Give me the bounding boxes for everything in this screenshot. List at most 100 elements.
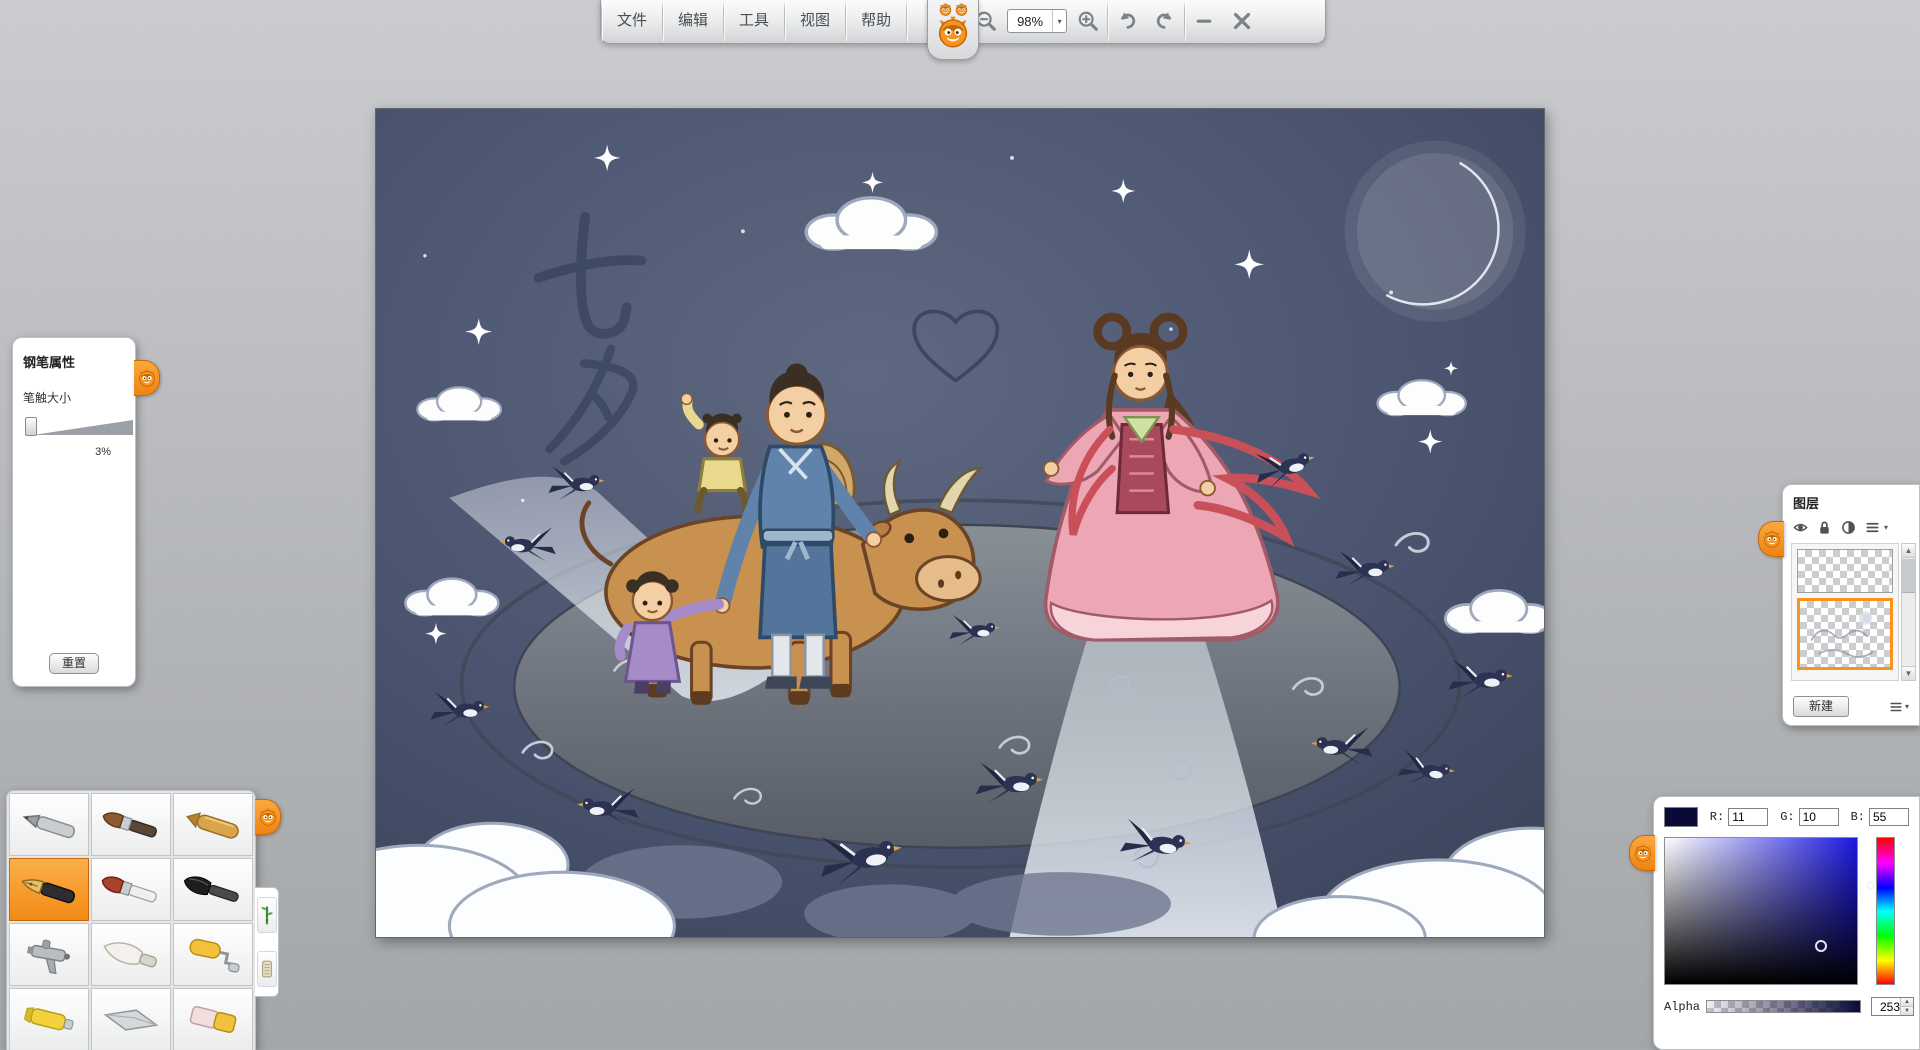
app-logo-icon	[937, 16, 969, 48]
scrollbar-thumb[interactable]	[1902, 559, 1915, 593]
red-input[interactable]	[1728, 808, 1768, 826]
alpha-slider[interactable]	[1706, 1000, 1861, 1013]
hue-slider[interactable]	[1876, 837, 1895, 985]
brush-size-label: 笔触大小	[23, 389, 125, 406]
layers-panel-tab[interactable]	[1758, 521, 1784, 557]
zoom-level-select[interactable]: 98% ▾	[1007, 9, 1067, 33]
tool-paint-roller[interactable]	[173, 923, 253, 986]
zoom-value: 98%	[1008, 14, 1052, 29]
hue-cursor[interactable]	[1866, 881, 1875, 890]
menu-edit[interactable]: 编辑	[663, 0, 723, 43]
menu-tools[interactable]: 工具	[724, 0, 784, 43]
bamboo-icon	[260, 904, 274, 926]
layer-thumbnail-sketch	[1800, 601, 1890, 667]
minimize-button[interactable]	[1185, 0, 1223, 43]
texture-tool-button[interactable]	[257, 951, 277, 987]
chevron-down-icon[interactable]: ▾	[1884, 523, 1888, 532]
layers-scrollbar[interactable]: ▲ ▼	[1901, 543, 1916, 681]
calligraphy-brush-icon	[180, 865, 246, 915]
pen-properties-panel: 钢笔属性 笔触大小 3% 重置	[12, 337, 136, 687]
blade-icon	[98, 995, 164, 1045]
brush-size-value: 3%	[23, 446, 125, 458]
canvas[interactable]	[375, 108, 1545, 938]
paint-tube-icon	[16, 995, 82, 1045]
tool-paint-tube[interactable]	[9, 988, 89, 1050]
saturation-value-picker[interactable]	[1664, 837, 1858, 985]
layer-list	[1791, 543, 1899, 681]
ink-brush-icon	[98, 800, 164, 850]
paint-roller-icon	[180, 930, 246, 980]
alpha-input[interactable]	[1872, 1000, 1900, 1014]
chevron-down-icon[interactable]: ▾	[1052, 10, 1066, 32]
bamboo-pen-icon	[180, 800, 246, 850]
green-input[interactable]	[1799, 808, 1839, 826]
list-icon	[1889, 700, 1903, 714]
fountain-pen-icon	[16, 865, 82, 915]
new-layer-button[interactable]: 新建	[1793, 696, 1849, 717]
layer-menu-icon[interactable]	[1865, 520, 1880, 535]
green-label: G:	[1780, 810, 1794, 824]
bamboo-tool-button[interactable]	[257, 897, 277, 933]
layers-panel: 图层 ▾ ▲ ▼ 新建 ▾	[1782, 484, 1920, 726]
layer-item[interactable]	[1797, 549, 1893, 593]
logo-mini-icon	[939, 3, 952, 16]
tool-bamboo-pen[interactable]	[173, 793, 253, 856]
brush-size-slider[interactable]	[23, 416, 125, 438]
menu-file[interactable]: 文件	[602, 0, 662, 43]
tool-ink-brush[interactable]	[91, 793, 171, 856]
redo-button[interactable]	[1146, 0, 1184, 43]
app-logo-icon	[138, 369, 156, 387]
top-toolbar: 文件 编辑 工具 视图 帮助 98% ▾	[600, 0, 1326, 44]
logo-mini-icon	[955, 3, 968, 16]
menu-help[interactable]: 帮助	[846, 0, 906, 43]
alpha-label: Alpha	[1664, 1000, 1706, 1014]
alpha-value-stepper[interactable]: ▲ ▼	[1871, 997, 1914, 1016]
tool-blade[interactable]	[91, 988, 171, 1050]
layer-blend-icon[interactable]	[1841, 520, 1856, 535]
scroll-icon	[260, 958, 274, 980]
reset-button[interactable]: 重置	[49, 653, 99, 674]
canvas-artwork[interactable]	[376, 109, 1544, 937]
scroll-up-icon[interactable]: ▲	[1902, 544, 1915, 558]
tool-extras-strip	[255, 887, 279, 997]
layer-visibility-icon[interactable]	[1793, 520, 1808, 535]
layer-lock-icon[interactable]	[1817, 520, 1832, 535]
slider-track[interactable]	[33, 420, 133, 435]
layers-panel-title: 图层	[1793, 493, 1913, 512]
tool-calligraphy-brush[interactable]	[173, 858, 253, 921]
blue-label: B:	[1851, 810, 1865, 824]
color-panel-tab[interactable]	[1629, 835, 1655, 871]
app-logo-icon	[259, 808, 277, 826]
alpha-gradient	[1707, 1001, 1860, 1012]
pen-panel-title: 钢笔属性	[23, 352, 125, 371]
zoom-in-button[interactable]	[1069, 0, 1107, 43]
pen-panel-tab[interactable]	[134, 360, 160, 396]
app-logo-icon	[1634, 844, 1652, 862]
tool-fountain-pen[interactable]	[9, 858, 89, 921]
tool-eraser[interactable]	[173, 988, 253, 1050]
alpha-up-icon[interactable]: ▲	[1901, 998, 1913, 1007]
app-logo-tab[interactable]	[927, 0, 979, 60]
close-button[interactable]	[1223, 0, 1261, 43]
chevron-down-icon: ▾	[1905, 702, 1909, 711]
tool-palette-knife[interactable]	[91, 923, 171, 986]
airbrush-icon	[16, 930, 82, 980]
tool-oil-brush[interactable]	[91, 858, 171, 921]
eraser-icon	[180, 995, 246, 1045]
blue-input[interactable]	[1869, 808, 1909, 826]
layer-item-selected[interactable]	[1797, 598, 1893, 670]
alpha-down-icon[interactable]: ▼	[1901, 1007, 1913, 1015]
slider-handle[interactable]	[25, 417, 37, 436]
color-cursor[interactable]	[1815, 940, 1827, 952]
tool-palette	[6, 790, 256, 1050]
oil-brush-icon	[98, 865, 164, 915]
color-picker-panel: R: G: B: Alpha ▲ ▼	[1653, 796, 1920, 1050]
current-color-swatch[interactable]	[1664, 807, 1698, 827]
scroll-down-icon[interactable]: ▼	[1902, 666, 1915, 680]
tool-airbrush[interactable]	[9, 923, 89, 986]
tool-palette-tab[interactable]	[255, 799, 281, 835]
tool-pencil[interactable]	[9, 793, 89, 856]
layers-options-button[interactable]: ▾	[1889, 700, 1909, 714]
menu-view[interactable]: 视图	[785, 0, 845, 43]
undo-button[interactable]	[1108, 0, 1146, 43]
